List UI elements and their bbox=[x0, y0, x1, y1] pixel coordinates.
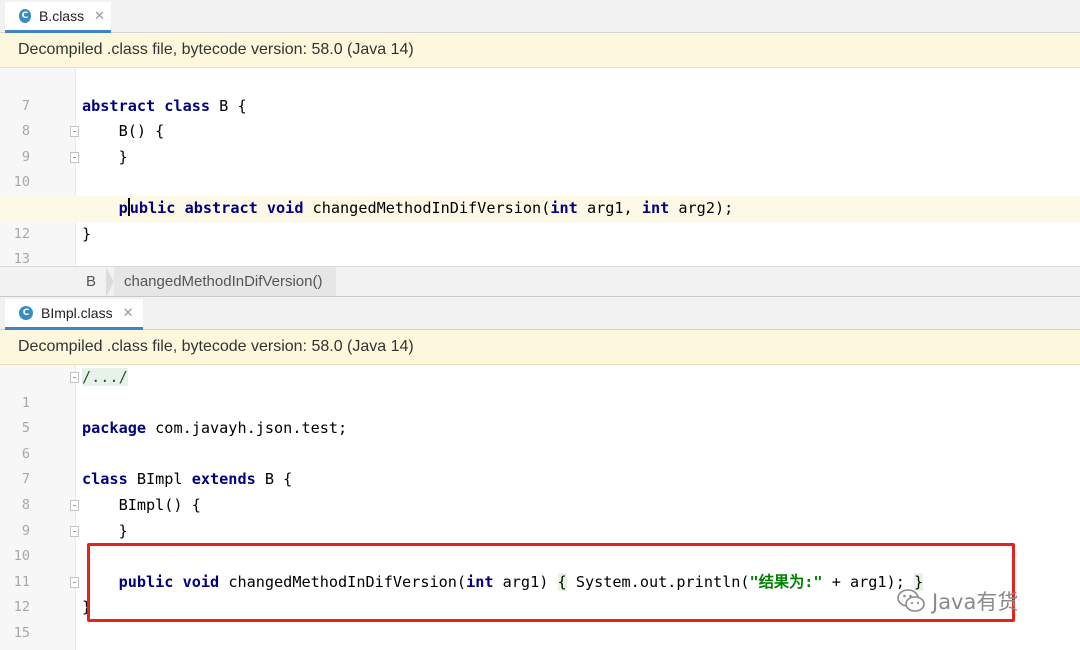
code-text: arg1, bbox=[577, 199, 642, 217]
code-text: BImpl() { bbox=[82, 496, 201, 514]
code-line: 13 } bbox=[0, 222, 1080, 266]
keyword: abstract class bbox=[82, 96, 211, 115]
keyword: int bbox=[550, 199, 578, 217]
code-text: B { bbox=[255, 470, 293, 489]
fold-marker-icon[interactable] bbox=[70, 500, 79, 511]
decompiled-banner: Decompiled .class file, bytecode version… bbox=[0, 330, 1080, 365]
wechat-icon bbox=[897, 589, 925, 612]
fold-marker-icon[interactable] bbox=[70, 372, 79, 383]
breadcrumb-class[interactable]: B bbox=[86, 273, 96, 290]
fold-marker-icon[interactable] bbox=[70, 126, 79, 138]
code-line: 7 bbox=[0, 442, 1080, 487]
fold-marker-icon[interactable] bbox=[70, 151, 79, 163]
editor-pane-b-class: C B.class ✕ Decompiled .class file, byte… bbox=[0, 0, 1080, 297]
fold-marker-icon[interactable] bbox=[70, 525, 79, 537]
keyword: p bbox=[118, 199, 128, 217]
keyword: class bbox=[82, 470, 128, 489]
code-line: 6 package com.javayh.json.test; bbox=[0, 416, 1080, 462]
watermark: Java有货 bbox=[896, 586, 1018, 616]
watermark-text: Java有货 bbox=[932, 590, 1019, 614]
code-line: 10 } bbox=[0, 145, 1080, 191]
code-line: 8 class BImpl extends B { bbox=[0, 467, 1080, 513]
tab-label: B.class bbox=[38, 8, 85, 24]
code-text: } bbox=[82, 521, 128, 540]
code-text: B() { bbox=[82, 122, 165, 141]
decompiled-banner: Decompiled .class file, bytecode version… bbox=[0, 33, 1080, 68]
breadcrumb-method[interactable]: changedMethodInDifVersion() bbox=[114, 267, 337, 296]
code-text: arg2); bbox=[669, 199, 734, 217]
code-line: 7 bbox=[0, 68, 1080, 114]
keyword: ublic abstract void bbox=[129, 199, 304, 217]
close-icon[interactable]: ✕ bbox=[123, 306, 134, 321]
breadcrumb: B changedMethodInDifVersion() bbox=[0, 266, 1080, 297]
keyword: package bbox=[82, 419, 147, 438]
tab-label: BImpl.class bbox=[41, 305, 113, 321]
code-text: com.javayh.json.test; bbox=[146, 419, 348, 438]
keyword: extends bbox=[191, 470, 256, 489]
code-line: 1 /.../ bbox=[0, 365, 1080, 411]
code-line-current: 12 p ublic abstract void changedMethodInD… bbox=[0, 196, 1080, 242]
code-line: 9 BImpl() { bbox=[0, 493, 1080, 539]
class-file-icon: C bbox=[19, 9, 31, 23]
tab-bimpl-class[interactable]: C BImpl.class ✕ bbox=[5, 299, 143, 330]
keyword: int bbox=[641, 199, 670, 217]
code-text: B { bbox=[210, 96, 247, 115]
tab-bar: C BImpl.class ✕ bbox=[0, 297, 1080, 330]
code-line: 14 bbox=[0, 247, 1080, 266]
breadcrumb-separator bbox=[106, 267, 114, 297]
code-text: BImpl bbox=[127, 470, 192, 489]
code-line: 16 bbox=[0, 621, 1080, 647]
code-line: 5 bbox=[0, 391, 1080, 436]
tab-b-class[interactable]: C B.class ✕ bbox=[5, 2, 111, 33]
line-number: 16 bbox=[0, 647, 30, 650]
code-line: 11 bbox=[0, 170, 1080, 216]
close-icon[interactable]: ✕ bbox=[94, 9, 105, 24]
annotation-highlight-box bbox=[87, 543, 1015, 622]
code-line: 10 } bbox=[0, 519, 1080, 565]
class-file-icon: C bbox=[19, 306, 33, 320]
code-text: } bbox=[82, 147, 128, 166]
tab-bar: C B.class ✕ bbox=[0, 0, 1080, 33]
folded-imports[interactable]: /.../ bbox=[82, 368, 128, 386]
code-text: changedMethodInDifVersion( bbox=[303, 199, 551, 217]
code-line: 8 abstract class B { bbox=[0, 94, 1080, 140]
code-editor[interactable]: 7 8 abstract class B { 9 B() { 10 } 11 1… bbox=[0, 68, 1080, 266]
code-text: } bbox=[82, 224, 92, 243]
code-line: 9 B() { bbox=[0, 119, 1080, 165]
fold-marker-icon[interactable] bbox=[70, 576, 79, 588]
